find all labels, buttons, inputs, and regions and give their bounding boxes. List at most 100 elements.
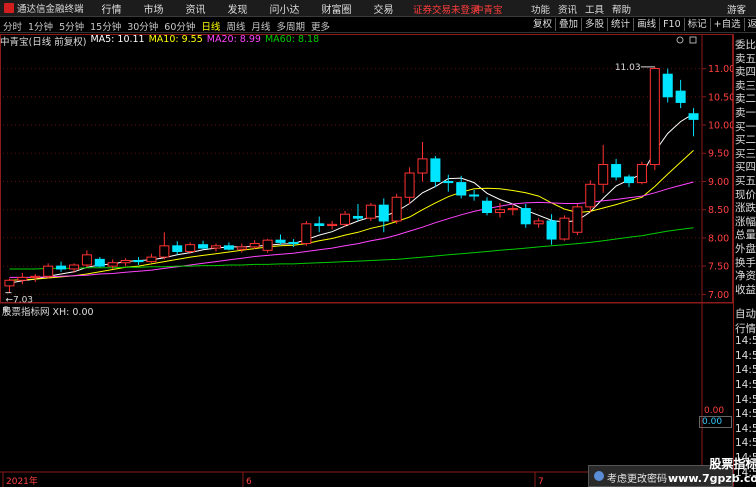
tab-5min[interactable]: 5分钟 [59,19,84,33]
menu-item-discover[interactable]: 发现 [228,1,248,16]
candle[interactable] [172,241,183,255]
sub-y-tick-label: 0.00 [704,406,724,416]
candle[interactable] [94,257,105,268]
menu-item-tools[interactable]: 工具 [585,2,604,16]
candle[interactable] [120,258,131,267]
candle[interactable] [662,68,673,103]
tab-15min[interactable]: 15分钟 [90,19,121,33]
tab-intraday[interactable]: 分时 [3,19,22,33]
candle-body-up [249,243,260,248]
candle[interactable] [469,189,480,201]
tool-f10-button[interactable]: F10 [660,18,685,31]
menu-item-market[interactable]: 市场 [144,1,164,16]
candle[interactable] [507,205,518,216]
candle[interactable] [223,242,234,251]
candle-body-down [482,200,493,214]
candle[interactable] [404,167,415,205]
tool-back-button[interactable]: 返回 [745,18,756,31]
tick-time-label: 14:56 [735,335,756,348]
candle[interactable] [236,243,247,253]
candle[interactable] [352,204,363,221]
tab-weekly[interactable]: 周线 [226,19,245,33]
candle[interactable] [17,272,28,285]
candle[interactable] [443,174,454,192]
candle[interactable] [365,202,376,221]
candle[interactable] [675,79,686,109]
candle[interactable] [378,198,389,233]
y-tick-label: 7.00 [708,290,729,301]
candle-body-down [688,113,699,120]
menu-item-ask[interactable]: 问小达 [270,1,300,16]
candle[interactable] [649,66,660,171]
menu-item-wealth[interactable]: 财富圈 [322,1,352,16]
tab-monthly[interactable]: 月线 [251,19,270,33]
candle[interactable] [572,204,583,236]
candle[interactable] [314,216,325,233]
candle[interactable] [301,220,312,246]
candle[interactable] [533,218,544,228]
chart-settings-icon[interactable] [676,36,684,44]
candle-body-down [520,208,531,225]
menu-item-info[interactable]: 资讯 [558,2,577,16]
candle[interactable] [520,204,531,228]
tab-multi-period[interactable]: 多周期 [276,19,305,33]
candle-body-up [4,279,15,287]
candle[interactable] [327,220,338,230]
tool-multi-stock-button[interactable]: 多股 [582,18,609,31]
tool-add-watchlist-button[interactable]: +自选 [711,18,745,31]
candle-body-down [288,241,299,245]
candle[interactable] [585,180,596,213]
candle[interactable] [198,240,209,250]
candle-body-up [404,172,415,198]
candle[interactable] [43,263,54,279]
menu-item-trade[interactable]: 交易 [374,1,394,16]
kline-chart[interactable]: 11.00 10.50 10.00 9.50 9.00 8.50 8.00 7.50 7.00 0… [0,34,733,487]
candle[interactable] [68,263,80,273]
chart-maximize-icon[interactable] [689,36,697,44]
candle[interactable] [275,234,286,245]
menu-item-quotes[interactable]: 行情 [102,1,122,16]
candle[interactable] [146,253,157,263]
tool-adjust-button[interactable]: 复权 [530,18,557,31]
candle[interactable] [210,243,221,252]
tab-60min[interactable]: 60分钟 [164,19,195,33]
candle[interactable] [430,156,441,188]
y-tick-label: 10.00 [708,121,733,132]
candle[interactable] [688,108,699,137]
candle[interactable] [391,193,402,224]
candle[interactable] [494,202,505,218]
candle-body-down [172,245,183,252]
candle[interactable] [56,261,67,272]
y-tick-label: 9.50 [708,149,729,160]
current-stock-tag: 中青宝 [474,5,503,16]
candle-body-down [430,158,441,182]
candle[interactable] [340,210,351,227]
tool-draw-button[interactable]: 画线 [634,18,661,31]
login-notice[interactable]: 证券交易未登录 [413,2,480,16]
tab-more[interactable]: 更多 [311,19,330,33]
candle[interactable] [81,250,92,268]
candle[interactable] [417,141,428,182]
candle[interactable] [159,232,170,260]
top-menu-bar: 通达信金融终端 行情 市场 资讯 发现 问小达 财富圈 交易 证券交易未登录 中… [0,0,756,17]
candle[interactable] [636,161,647,185]
tab-daily[interactable]: 日线 [201,19,220,33]
candle[interactable] [598,144,609,193]
tool-overlay-button[interactable]: 叠加 [556,18,583,31]
candle[interactable] [4,278,15,293]
candle[interactable] [133,257,144,266]
candle[interactable] [559,215,570,241]
menu-item-news[interactable]: 资讯 [186,1,206,16]
candle[interactable] [482,197,493,216]
tab-30min[interactable]: 30分钟 [127,19,158,33]
candle[interactable] [623,174,635,188]
candle[interactable] [611,158,622,181]
menu-item-help[interactable]: 帮助 [612,2,631,16]
ma60-label: MA60: 8.18 [264,34,320,45]
guest-label[interactable]: 游客 [727,2,746,16]
tool-mark-button[interactable]: 标记 [685,18,711,31]
menu-item-function[interactable]: 功能 [531,2,550,16]
tool-statistics-button[interactable]: 统计 [608,18,635,31]
tab-1min[interactable]: 1分钟 [28,19,53,33]
candle[interactable] [262,239,273,253]
